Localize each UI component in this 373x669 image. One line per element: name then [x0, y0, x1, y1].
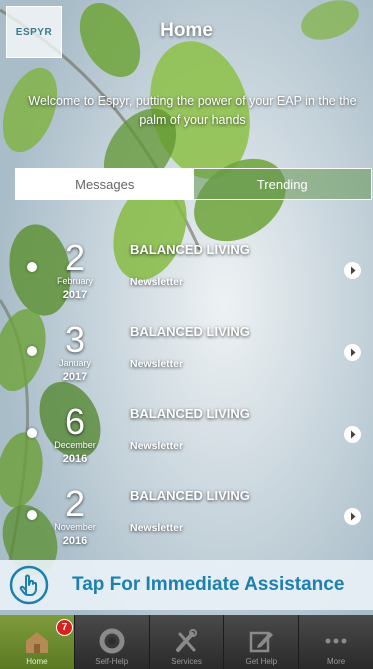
- notification-badge: 7: [56, 619, 73, 636]
- tabbar-item-more[interactable]: More: [299, 615, 373, 669]
- bottom-tab-bar: 7 Home Self-Help Services Get Help More: [0, 615, 373, 669]
- header: ESPYR Home: [0, 0, 373, 68]
- chevron-right-icon[interactable]: [344, 262, 361, 279]
- assistance-label: Tap For Immediate Assistance: [72, 574, 345, 595]
- tab-trending[interactable]: Trending: [193, 169, 371, 199]
- bullet-dot: [27, 262, 37, 272]
- bullet-dot: [27, 428, 37, 438]
- hand-pointer-icon: [9, 565, 49, 605]
- tabbar-label: Services: [171, 657, 202, 666]
- item-title: BALANCED LIVING: [130, 324, 250, 339]
- more-icon: [325, 638, 347, 644]
- date-block: 2 February 2017: [42, 240, 108, 303]
- date-month: February: [56, 276, 93, 286]
- date-block: 3 January 2017: [42, 322, 108, 385]
- date-month: December: [54, 440, 96, 450]
- date-month: November: [54, 522, 96, 532]
- page-title: Home: [160, 20, 213, 41]
- item-subtitle: Newsletter: [130, 522, 184, 534]
- segmented-tabs: Messages Trending: [15, 168, 372, 200]
- tab-trending-label: Trending: [256, 176, 308, 192]
- tab-messages[interactable]: Messages: [16, 169, 194, 199]
- list-item[interactable]: 2 February 2017 BALANCED LIVING Newslett…: [0, 218, 373, 303]
- date-day: 3: [64, 319, 86, 360]
- date-month: January: [58, 358, 92, 368]
- tabbar-item-get-help[interactable]: Get Help: [224, 615, 300, 669]
- tab-messages-label: Messages: [75, 176, 135, 192]
- item-subtitle: Newsletter: [130, 358, 184, 370]
- list-item[interactable]: 3 January 2017 BALANCED LIVING Newslette…: [0, 300, 373, 385]
- lifebuoy-icon: [99, 628, 125, 654]
- tabbar-item-services[interactable]: Services: [150, 615, 225, 669]
- tabbar-label: Home: [26, 657, 48, 666]
- date-day: 6: [64, 401, 86, 442]
- date-block: 2 November 2016: [42, 486, 108, 549]
- item-title: BALANCED LIVING: [130, 406, 250, 421]
- bullet-dot: [27, 510, 37, 520]
- date-day: 2: [64, 237, 86, 278]
- tabbar-label: More: [326, 657, 346, 666]
- home-icon: [25, 632, 48, 653]
- item-title: BALANCED LIVING: [130, 242, 250, 257]
- item-title: BALANCED LIVING: [130, 488, 250, 503]
- tabbar-label: Get Help: [245, 657, 278, 666]
- date-year: 2016: [62, 535, 88, 547]
- list-item[interactable]: 2 November 2016 BALANCED LIVING Newslett…: [0, 464, 373, 549]
- item-subtitle: Newsletter: [130, 276, 184, 288]
- tabbar-item-self-help[interactable]: Self-Help: [75, 615, 150, 669]
- item-subtitle: Newsletter: [130, 440, 184, 452]
- edit-icon: [250, 631, 274, 653]
- immediate-assistance-button[interactable]: Tap For Immediate Assistance: [0, 560, 373, 610]
- chevron-right-icon[interactable]: [344, 508, 361, 525]
- tabbar-item-home[interactable]: 7 Home: [0, 615, 75, 669]
- welcome-message: Welcome to Espyr, putting the power of y…: [28, 94, 357, 127]
- date-day: 2: [64, 483, 86, 524]
- chevron-right-icon[interactable]: [344, 426, 361, 443]
- chevron-right-icon[interactable]: [344, 344, 361, 361]
- tabbar-label: Self-Help: [95, 657, 129, 666]
- tools-icon: [176, 629, 198, 652]
- date-block: 6 December 2016: [42, 404, 108, 467]
- bullet-dot: [27, 346, 37, 356]
- list-item[interactable]: 6 December 2016 BALANCED LIVING Newslett…: [0, 382, 373, 467]
